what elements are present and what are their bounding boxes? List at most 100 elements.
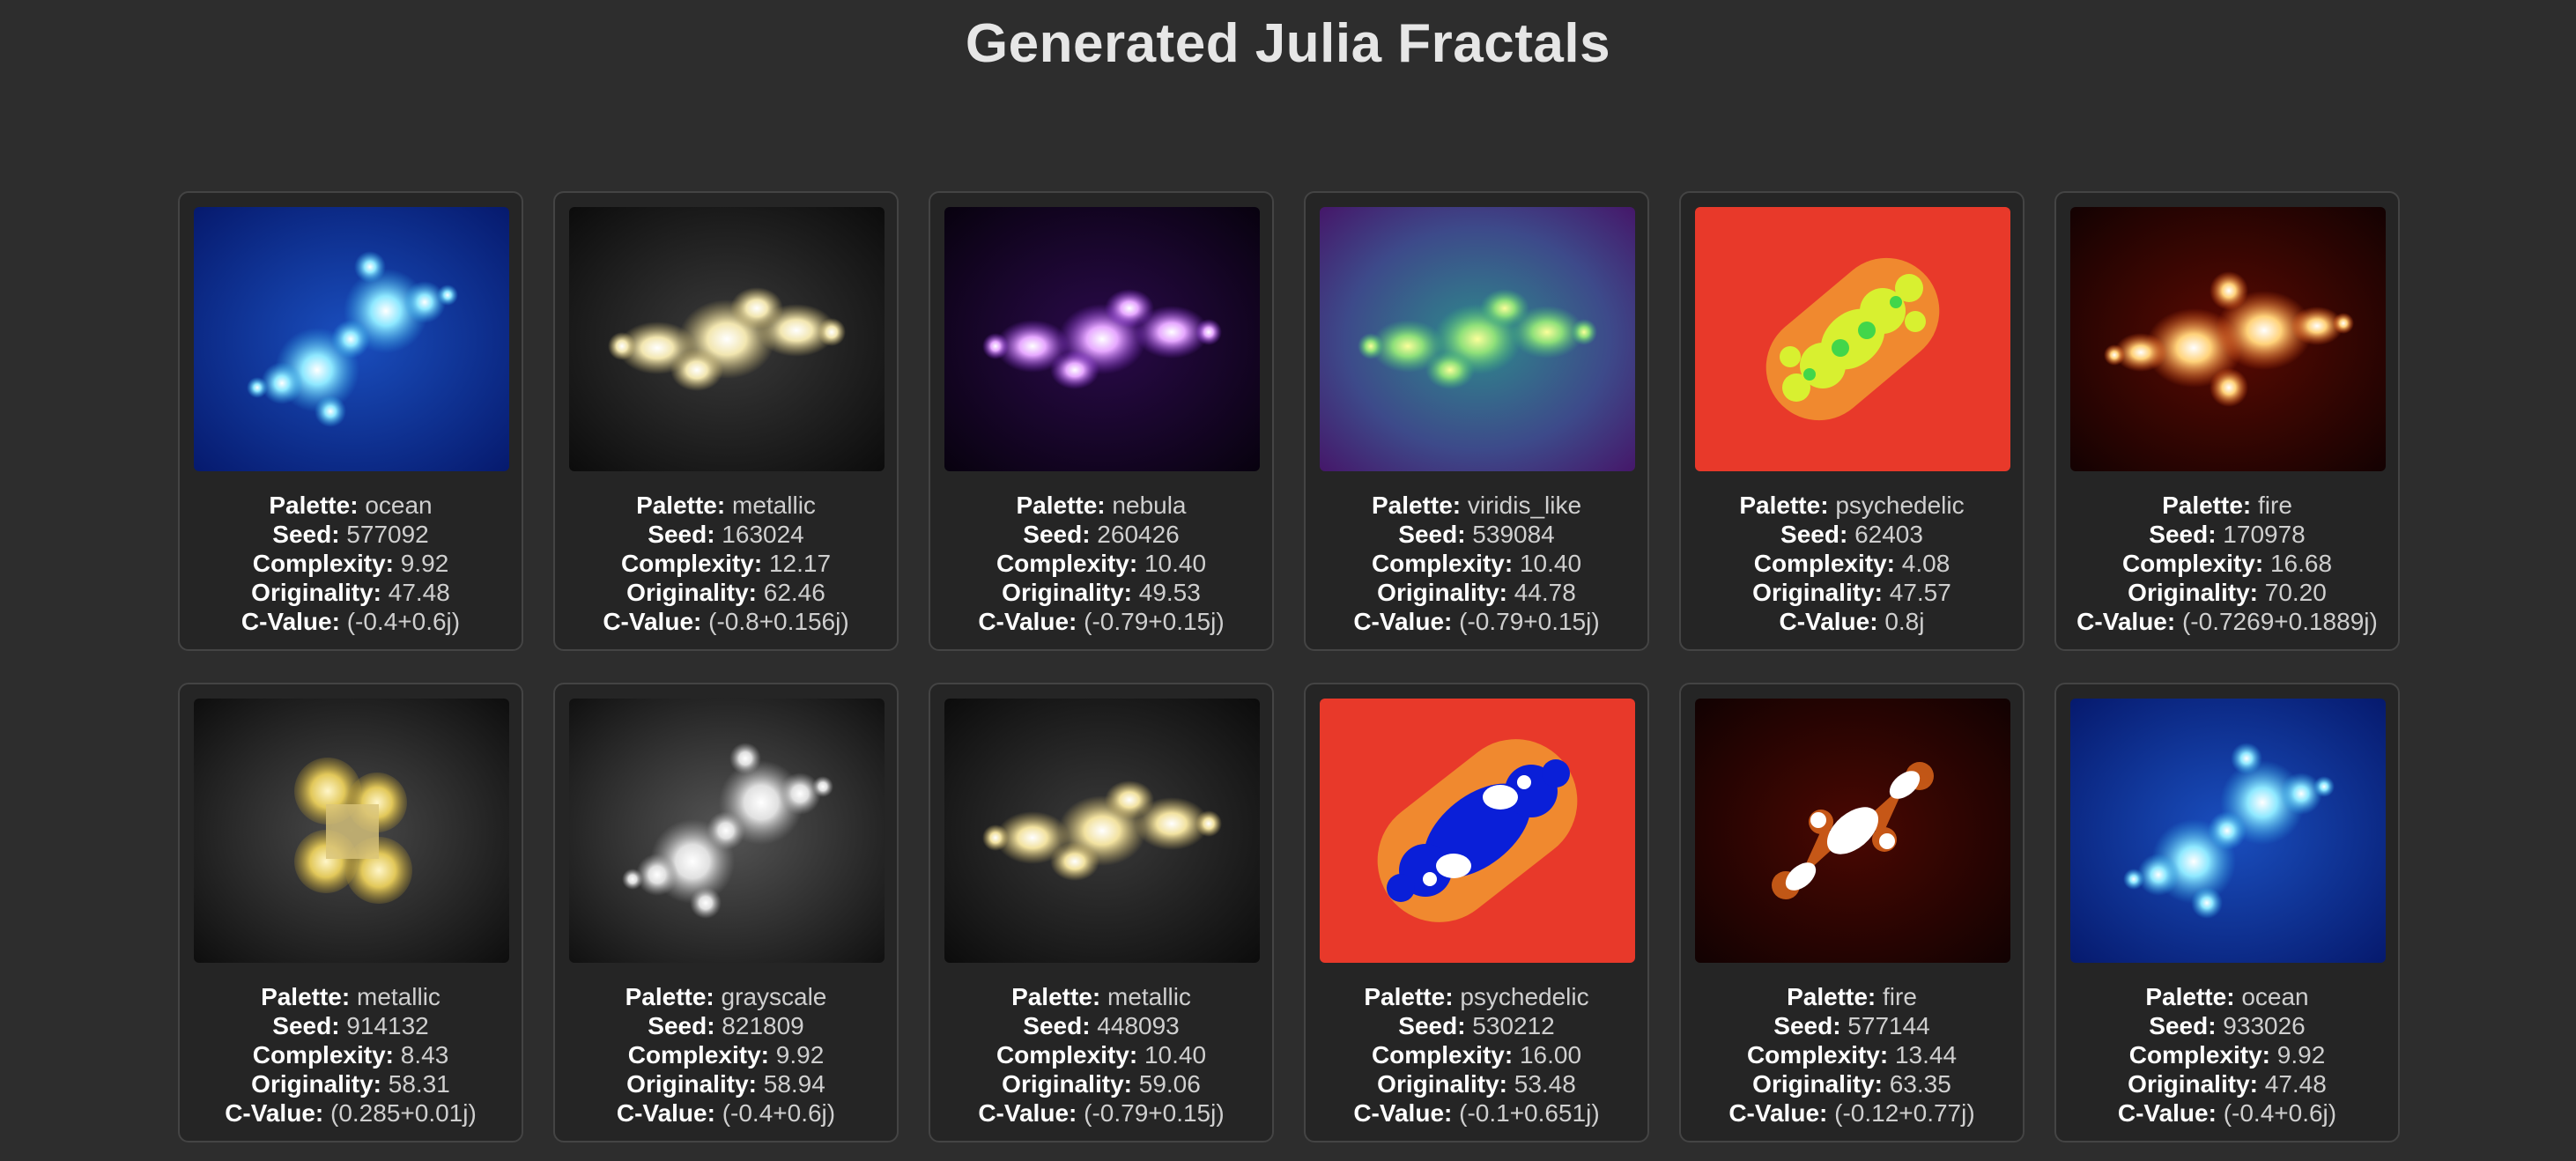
fractal-info: Palette: metallic Seed: 163024 Complexit… [555,491,897,636]
info-row: Complexity: 13.44 [1681,1040,2023,1069]
field-label: C-Value: [978,1099,1077,1127]
fractal-image-metallic[interactable] [569,207,885,471]
palette-value: viridis_like [1467,492,1582,519]
seed-value: 577144 [1847,1012,1930,1039]
seed-value: 530212 [1472,1012,1555,1039]
originality-value: 47.48 [2264,1070,2327,1098]
info-row: Complexity: 10.40 [1306,549,1647,578]
c-value: 0.8j [1884,608,1925,635]
field-label: Seed: [1023,521,1091,548]
seed-value: 933026 [2223,1012,2306,1039]
info-row: Palette: psychedelic [1681,491,2023,520]
fractal-card[interactable]: Palette: ocean Seed: 933026 Complexity: … [2054,683,2400,1143]
info-row: Complexity: 9.92 [555,1040,897,1069]
fractal-card[interactable]: Palette: nebula Seed: 260426 Complexity:… [929,191,1274,651]
originality-value: 44.78 [1514,579,1576,606]
fractal-info: Palette: psychedelic Seed: 62403 Complex… [1681,491,2023,636]
field-label: Complexity: [620,550,763,577]
info-row: Originality: 58.94 [555,1069,897,1098]
fractal-image-viridis-like[interactable] [1320,207,1635,471]
field-label: Seed: [272,1012,340,1039]
fractal-card[interactable]: Palette: metallic Seed: 163024 Complexit… [553,191,899,651]
field-label: Complexity: [252,1041,394,1069]
fractal-card[interactable]: Palette: viridis_like Seed: 539084 Compl… [1304,191,1649,651]
info-row: Seed: 577144 [1681,1011,2023,1040]
field-label: Palette: [625,983,714,1010]
fractal-card[interactable]: Palette: metallic Seed: 914132 Complexit… [178,683,523,1143]
fractal-info: Palette: grayscale Seed: 821809 Complexi… [555,982,897,1128]
info-row: C-Value: (-0.4+0.6j) [555,1098,897,1128]
info-row: Complexity: 10.40 [930,1040,1272,1069]
field-label: Palette: [636,492,726,519]
fractal-card[interactable]: Palette: fire Seed: 170978 Complexity: 1… [2054,191,2400,651]
fractal-image-metallic[interactable] [944,699,1260,963]
info-row: C-Value: (-0.79+0.15j) [930,1098,1272,1128]
field-label: Complexity: [2128,1041,2270,1069]
complexity-value: 12.17 [768,550,832,577]
originality-value: 58.31 [388,1070,450,1098]
field-label: C-Value: [603,608,702,635]
fractal-card[interactable]: Palette: metallic Seed: 448093 Complexit… [929,683,1274,1143]
fractal-image-metallic[interactable] [194,699,509,963]
fractal-info: Palette: nebula Seed: 260426 Complexity:… [930,491,1272,636]
info-row: Seed: 62403 [1681,520,2023,549]
fractal-info: Palette: ocean Seed: 933026 Complexity: … [2056,982,2398,1128]
field-label: C-Value: [2076,608,2176,635]
info-row: Complexity: 4.08 [1681,549,2023,578]
field-label: Complexity: [2121,550,2264,577]
fractal-card[interactable]: Palette: grayscale Seed: 821809 Complexi… [553,683,899,1143]
seed-value: 62403 [1854,521,1923,548]
palette-value: metallic [1107,983,1191,1010]
fractal-card[interactable]: Palette: psychedelic Seed: 530212 Comple… [1304,683,1649,1143]
info-row: Palette: grayscale [555,982,897,1011]
originality-value: 62.46 [763,579,825,606]
fractal-card[interactable]: Palette: ocean Seed: 577092 Complexity: … [178,191,523,651]
field-label: Palette: [2145,983,2235,1010]
fractal-image-fire[interactable] [2070,207,2386,471]
field-label: C-Value: [1353,1099,1453,1127]
seed-value: 260426 [1097,521,1180,548]
fractal-gallery: Palette: ocean Seed: 577092 Complexity: … [0,0,2576,1161]
info-row: Seed: 170978 [2056,520,2398,549]
palette-value: grayscale [721,983,827,1010]
seed-value: 539084 [1472,521,1555,548]
fractal-card[interactable]: Palette: fire Seed: 577144 Complexity: 1… [1679,683,2025,1143]
field-label: Palette: [1011,983,1101,1010]
field-label: Seed: [1773,1012,1841,1039]
c-value: (-0.79+0.15j) [1084,608,1225,635]
fractal-image-grayscale[interactable] [569,699,885,963]
field-label: Palette: [1371,492,1462,519]
info-row: Complexity: 9.92 [2056,1040,2398,1069]
field-label: Complexity: [252,550,394,577]
originality-value: 47.48 [388,579,450,606]
seed-value: 163024 [722,521,804,548]
seed-value: 914132 [346,1012,429,1039]
field-label: Complexity: [1371,1041,1514,1069]
fractal-image-nebula[interactable] [944,207,1260,471]
field-label: C-Value: [241,608,340,635]
info-row: Palette: ocean [180,491,522,520]
info-row: Complexity: 16.68 [2056,549,2398,578]
field-label: Seed: [1398,1012,1466,1039]
field-label: Palette: [269,492,359,519]
info-row: Palette: fire [1681,982,2023,1011]
info-row: Complexity: 16.00 [1306,1040,1647,1069]
palette-value: metallic [357,983,440,1010]
info-row: Seed: 933026 [2056,1011,2398,1040]
fractal-card[interactable]: Palette: psychedelic Seed: 62403 Complex… [1679,191,2025,651]
fractal-image-psychedelic[interactable] [1320,699,1635,963]
originality-value: 53.48 [1514,1070,1576,1098]
fractal-image-fire[interactable] [1695,699,2010,963]
fractal-info: Palette: fire Seed: 170978 Complexity: 1… [2056,491,2398,636]
field-label: Seed: [272,521,340,548]
info-row: Originality: 58.31 [180,1069,522,1098]
fractal-image-ocean[interactable] [2070,699,2386,963]
field-label: C-Value: [1779,608,1878,635]
c-value: (-0.4+0.6j) [722,1099,836,1127]
field-label: C-Value: [1353,608,1453,635]
fractal-image-ocean[interactable] [194,207,509,471]
field-label: C-Value: [2117,1099,2217,1127]
field-label: C-Value: [1728,1099,1828,1127]
palette-value: fire [1883,983,1917,1010]
fractal-image-psychedelic[interactable] [1695,207,2010,471]
